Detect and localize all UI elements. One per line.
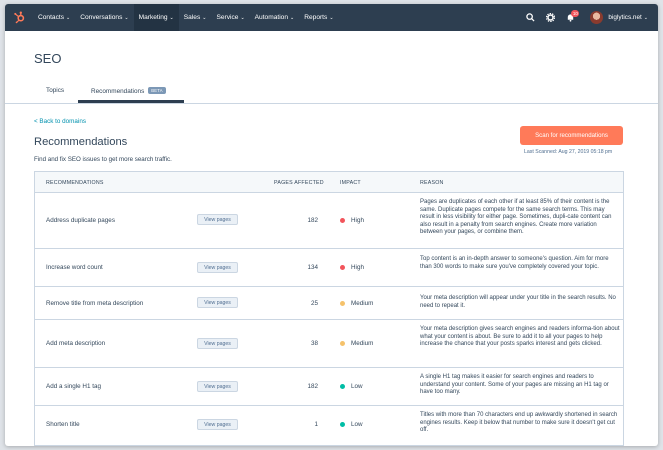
back-to-domains-link[interactable]: < Back to domains	[34, 118, 86, 125]
chevron-down-icon: ⌄	[290, 14, 295, 21]
recommendations-table: RECOMMENDATIONS PAGES AFFECTED IMPACT RE…	[34, 171, 624, 446]
table-row: Increase word count View pages 134 High …	[35, 249, 623, 287]
nav-sales[interactable]: Sales ⌄	[179, 4, 212, 31]
column-header-reason[interactable]: REASON	[420, 180, 444, 186]
reason-text: Your meta description gives search engin…	[420, 326, 620, 348]
recommendation-name: Increase word count	[46, 264, 103, 271]
scan-for-recommendations-button[interactable]: Scan for recommendations	[520, 126, 623, 145]
reason-text: Your meta description will appear under …	[420, 295, 616, 309]
page-title: SEO	[34, 51, 62, 66]
section-title: Recommendations	[34, 136, 128, 148]
nav-automation[interactable]: Automation ⌄	[250, 4, 300, 31]
impact-dot-icon	[340, 265, 345, 270]
recommendation-name: Add meta description	[46, 340, 106, 347]
pages-affected-count: 38	[310, 340, 318, 347]
impact-indicator: High	[340, 217, 364, 224]
pages-affected-count: 182	[307, 383, 318, 390]
chevron-down-icon: ⌄	[202, 14, 207, 21]
chevron-down-icon: ⌄	[643, 14, 648, 21]
table-row: Add meta description View pages 38 Mediu…	[35, 320, 623, 368]
chevron-down-icon: ⌄	[329, 14, 334, 21]
nav-contacts[interactable]: Contacts ⌄	[33, 4, 75, 31]
impact-indicator: Medium	[340, 300, 373, 307]
recommendation-name: Add a single H1 tag	[46, 383, 101, 390]
impact-indicator: Low	[340, 383, 363, 390]
account-menu[interactable]: biglytics.net ⌄	[608, 14, 648, 21]
beta-badge: BETA	[148, 87, 166, 94]
table-row: Remove title from meta description View …	[35, 287, 623, 320]
table-row: Address duplicate pages View pages 182 H…	[35, 193, 623, 249]
hubspot-logo-icon[interactable]	[5, 4, 33, 31]
nav-marketing[interactable]: Marketing ⌄	[133, 4, 179, 31]
impact-dot-icon	[340, 384, 345, 389]
reason-text: Pages are duplicates of each other if at…	[420, 199, 612, 236]
recommendation-name: Address duplicate pages	[46, 217, 115, 224]
impact-dot-icon	[340, 422, 345, 427]
tab-topics[interactable]: Topics	[46, 87, 64, 94]
impact-indicator: High	[340, 264, 364, 271]
pages-affected-count: 134	[307, 264, 318, 271]
nav-conversations[interactable]: Conversations ⌄	[75, 4, 133, 31]
view-pages-button[interactable]: View pages	[197, 262, 238, 273]
column-header-recommendations[interactable]: RECOMMENDATIONS	[46, 180, 104, 186]
avatar[interactable]	[590, 11, 604, 24]
reason-text: Titles with more than 70 characters end …	[420, 412, 618, 434]
pages-affected-count: 25	[310, 300, 318, 307]
impact-dot-icon	[340, 218, 345, 223]
view-pages-button[interactable]: View pages	[197, 214, 238, 225]
pages-affected-count: 182	[307, 217, 318, 224]
column-header-pages-affected[interactable]: PAGES AFFECTED	[274, 180, 324, 186]
search-icon[interactable]	[520, 4, 540, 31]
nav-service[interactable]: Service ⌄	[211, 4, 249, 31]
last-scanned-timestamp: Last Scanned: Aug 27, 2019 05:18 pm	[524, 149, 613, 155]
notifications-bell-icon[interactable]: 10	[560, 4, 580, 31]
tab-recommendations[interactable]: Recommendations BETA	[91, 87, 166, 95]
nav-right-tools: 10 biglytics.net ⌄	[520, 4, 658, 31]
reason-text: Top content is an in-depth answer to som…	[420, 256, 609, 270]
nav-reports[interactable]: Reports ⌄	[299, 4, 338, 31]
app-window: Contacts ⌄ Conversations ⌄ Marketing ⌄ Sale…	[5, 4, 658, 446]
tab-bar: Topics Recommendations BETA	[5, 80, 658, 104]
section-subtitle: Find and fix SEO issues to get more sear…	[34, 156, 172, 163]
view-pages-button[interactable]: View pages	[197, 297, 238, 308]
chevron-down-icon: ⌄	[240, 14, 245, 21]
recommendation-name: Shorten title	[46, 421, 80, 428]
settings-gear-icon[interactable]	[540, 4, 560, 31]
chevron-down-icon: ⌄	[124, 14, 129, 21]
impact-dot-icon	[340, 301, 345, 306]
recommendation-name: Remove title from meta description	[46, 300, 144, 307]
reason-text: A single H1 tag makes it easier for sear…	[420, 374, 609, 396]
view-pages-button[interactable]: View pages	[197, 419, 238, 430]
top-nav: Contacts ⌄ Conversations ⌄ Marketing ⌄ Sale…	[5, 4, 658, 31]
pages-affected-count: 1	[314, 421, 318, 428]
table-header: RECOMMENDATIONS PAGES AFFECTED IMPACT RE…	[35, 172, 623, 193]
impact-dot-icon	[340, 341, 345, 346]
table-row: Add a single H1 tag View pages 182 Low A…	[35, 368, 623, 406]
notification-count-badge: 10	[571, 10, 580, 17]
view-pages-button[interactable]: View pages	[197, 381, 238, 392]
impact-indicator: Low	[340, 421, 363, 428]
impact-indicator: Medium	[340, 340, 373, 347]
view-pages-button[interactable]: View pages	[197, 338, 238, 349]
column-header-impact[interactable]: IMPACT	[340, 180, 361, 186]
table-row: Shorten title View pages 1 Low Titles wi…	[35, 406, 623, 446]
active-tab-indicator	[78, 100, 184, 103]
chevron-down-icon: ⌄	[169, 14, 174, 21]
chevron-down-icon: ⌄	[66, 14, 71, 21]
